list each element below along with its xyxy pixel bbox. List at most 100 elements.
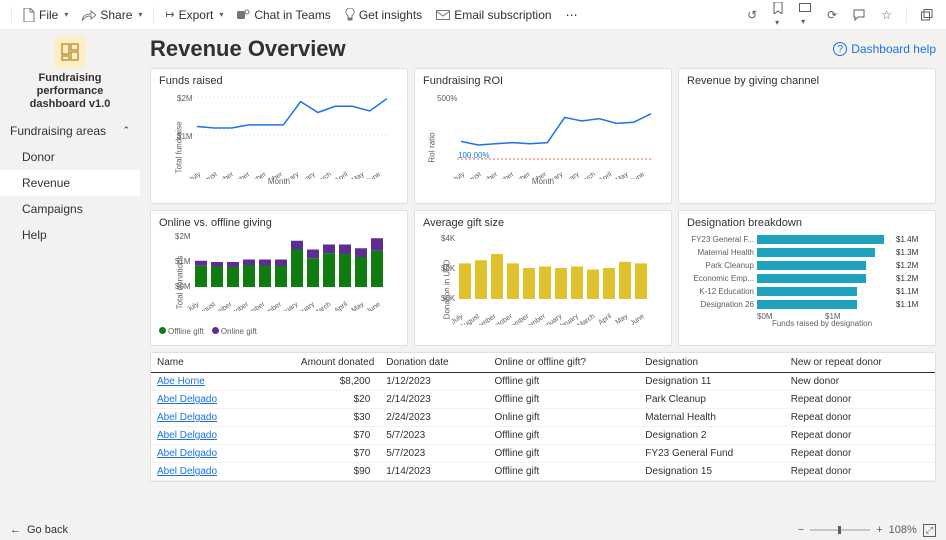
svg-text:$4K: $4K <box>441 234 456 243</box>
bookmark-icon <box>773 2 783 14</box>
svg-text:April: April <box>333 301 349 311</box>
file-label: File <box>39 8 58 22</box>
svg-text:May: May <box>615 171 630 179</box>
roi-annotation: 100.00% <box>458 151 490 160</box>
column-header[interactable]: Designation <box>639 353 784 373</box>
funds-raised-chart: $2M $1M JulyAugustSeptemberOctoberNovemb… <box>159 89 394 179</box>
donor-name-link[interactable]: Abe Horne <box>151 373 256 391</box>
app-logo <box>54 36 86 68</box>
page-title: Revenue Overview <box>150 36 346 62</box>
export-menu[interactable]: ↦ Export▾ <box>159 5 229 25</box>
svg-text:April: April <box>334 171 350 179</box>
table-row[interactable]: Abel Delgado $7,900 5/18/2023 Offline gi… <box>151 481 935 483</box>
reset-button[interactable]: ↺ <box>742 5 762 25</box>
column-header[interactable]: Amount donated <box>256 353 380 373</box>
star-icon: ☆ <box>881 8 892 22</box>
view-button[interactable]: ▾ <box>794 0 816 30</box>
zoom-out-button[interactable]: − <box>798 524 804 536</box>
view-icon <box>799 3 811 13</box>
comments-button[interactable] <box>848 6 870 24</box>
column-header[interactable]: New or repeat donor <box>785 353 935 373</box>
table-row[interactable]: Abel Delgado $70 5/7/2023 Offline gift D… <box>151 427 935 445</box>
svg-text:500%: 500% <box>437 94 457 103</box>
svg-text:July: July <box>452 171 467 179</box>
share-label: Share <box>100 8 132 22</box>
card-funds-raised[interactable]: Funds raised Total fundraise $2M $1M Jul… <box>150 68 408 204</box>
column-header[interactable]: Online or offline gift? <box>488 353 639 373</box>
lightbulb-icon <box>345 8 355 21</box>
card-online-vs-offline[interactable]: Online vs. offline giving Total donation… <box>150 210 408 346</box>
card-designation-breakdown[interactable]: Designation breakdown FY23 General F...$… <box>678 210 936 346</box>
donations-table[interactable]: NameAmount donatedDonation dateOnline or… <box>150 352 936 482</box>
card-revenue-by-channel[interactable]: Revenue by giving channel <box>678 68 936 204</box>
fit-to-page-button[interactable]: ⤢ <box>923 524 936 537</box>
sidebar-item-revenue[interactable]: Revenue <box>0 170 140 196</box>
dashboard-help-link[interactable]: ? Dashboard help <box>833 42 936 56</box>
email-subscription-button[interactable]: Email subscription <box>430 5 557 25</box>
export-icon: ↦ <box>165 8 174 21</box>
card-title: Fundraising ROI <box>423 75 663 87</box>
chat-label: Chat in Teams <box>254 8 330 22</box>
donor-name-link[interactable]: Abel Delgado <box>151 409 256 427</box>
designation-row: K-12 Education$1.1M <box>687 285 927 298</box>
chat-teams-button[interactable]: Chat in Teams <box>231 5 336 25</box>
file-icon <box>23 8 35 22</box>
favorite-button[interactable]: ☆ <box>876 5 897 25</box>
donor-name-link[interactable]: Abel Delgado <box>151 427 256 445</box>
zoom-level: 108% <box>889 524 917 536</box>
go-back-button[interactable]: ← Go back <box>10 524 68 536</box>
table-row[interactable]: Abel Delgado $30 2/24/2023 Online gift M… <box>151 409 935 427</box>
zoom-in-button[interactable]: + <box>876 524 882 536</box>
copy-button[interactable] <box>916 6 938 24</box>
copy-icon <box>921 9 933 21</box>
arrow-left-icon: ← <box>10 524 21 536</box>
get-insights-button[interactable]: Get insights <box>339 5 428 25</box>
refresh-icon: ⟳ <box>827 8 837 22</box>
donor-name-link[interactable]: Abel Delgado <box>151 445 256 463</box>
designation-row: Park Cleanup$1.2M <box>687 259 927 272</box>
help-icon: ? <box>833 42 847 56</box>
more-menu[interactable]: ⋯ <box>560 5 584 25</box>
card-average-gift-size[interactable]: Average gift size Donation in USD $4K $2… <box>414 210 672 346</box>
table-row[interactable]: Abel Delgado $20 2/14/2023 Offline gift … <box>151 391 935 409</box>
card-fundraising-roi[interactable]: Fundraising ROI RoI ratio 500% JulyAugus… <box>414 68 672 204</box>
svg-text:May: May <box>351 301 366 311</box>
card-title: Designation breakdown <box>687 217 927 229</box>
table-row[interactable]: Abel Delgado $70 5/7/2023 Offline gift F… <box>151 445 935 463</box>
dashboard-icon <box>61 43 79 61</box>
online-offline-chart: $2M $1M $0M JulyAugustSeptemberOctoberNo… <box>159 231 394 311</box>
svg-text:July: July <box>186 301 201 311</box>
file-menu[interactable]: File▾ <box>17 5 74 25</box>
designation-row: Maternal Health$1.3M <box>687 246 927 259</box>
donor-name-link[interactable]: Abel Delgado <box>151 463 256 481</box>
svg-text:July: July <box>188 171 203 179</box>
teams-icon <box>237 9 250 21</box>
card-title: Average gift size <box>423 217 663 229</box>
insights-label: Get insights <box>359 8 422 22</box>
sidebar-item-campaigns[interactable]: Campaigns <box>0 196 140 222</box>
designation-row: Economic Emp...$1.2M <box>687 272 927 285</box>
column-header[interactable]: Donation date <box>380 353 488 373</box>
donor-name-link[interactable]: Abel Delgado <box>151 391 256 409</box>
refresh-button[interactable]: ⟳ <box>822 5 842 25</box>
donor-name-link[interactable]: Abel Delgado <box>151 481 256 483</box>
bookmark-button[interactable]: ▾ <box>768 0 788 31</box>
chevron-up-icon: ⌃ <box>122 125 130 136</box>
sidebar: Fundraising performance dashboard v1.0 F… <box>0 30 140 520</box>
export-label: Export <box>179 8 214 22</box>
column-header[interactable]: Name <box>151 353 256 373</box>
svg-text:$2M: $2M <box>177 94 193 103</box>
sidebar-item-help[interactable]: Help <box>0 222 140 248</box>
card-title: Revenue by giving channel <box>687 75 927 87</box>
subscribe-label: Email subscription <box>454 8 551 22</box>
svg-text:April: April <box>598 171 614 179</box>
table-row[interactable]: Abe Horne $8,200 1/12/2023 Offline gift … <box>151 373 935 391</box>
share-menu[interactable]: Share▾ <box>76 5 148 25</box>
sidebar-item-donor[interactable]: Donor <box>0 144 140 170</box>
avg-gift-chart: $4K $2K $0K JulyAugustSeptemberOctoberNo… <box>423 231 658 325</box>
mail-icon <box>436 10 450 20</box>
svg-text:June: June <box>629 313 646 325</box>
nav-section-header[interactable]: Fundraising areas ⌃ <box>0 118 140 144</box>
zoom-slider[interactable] <box>810 529 870 531</box>
table-row[interactable]: Abel Delgado $90 1/14/2023 Offline gift … <box>151 463 935 481</box>
